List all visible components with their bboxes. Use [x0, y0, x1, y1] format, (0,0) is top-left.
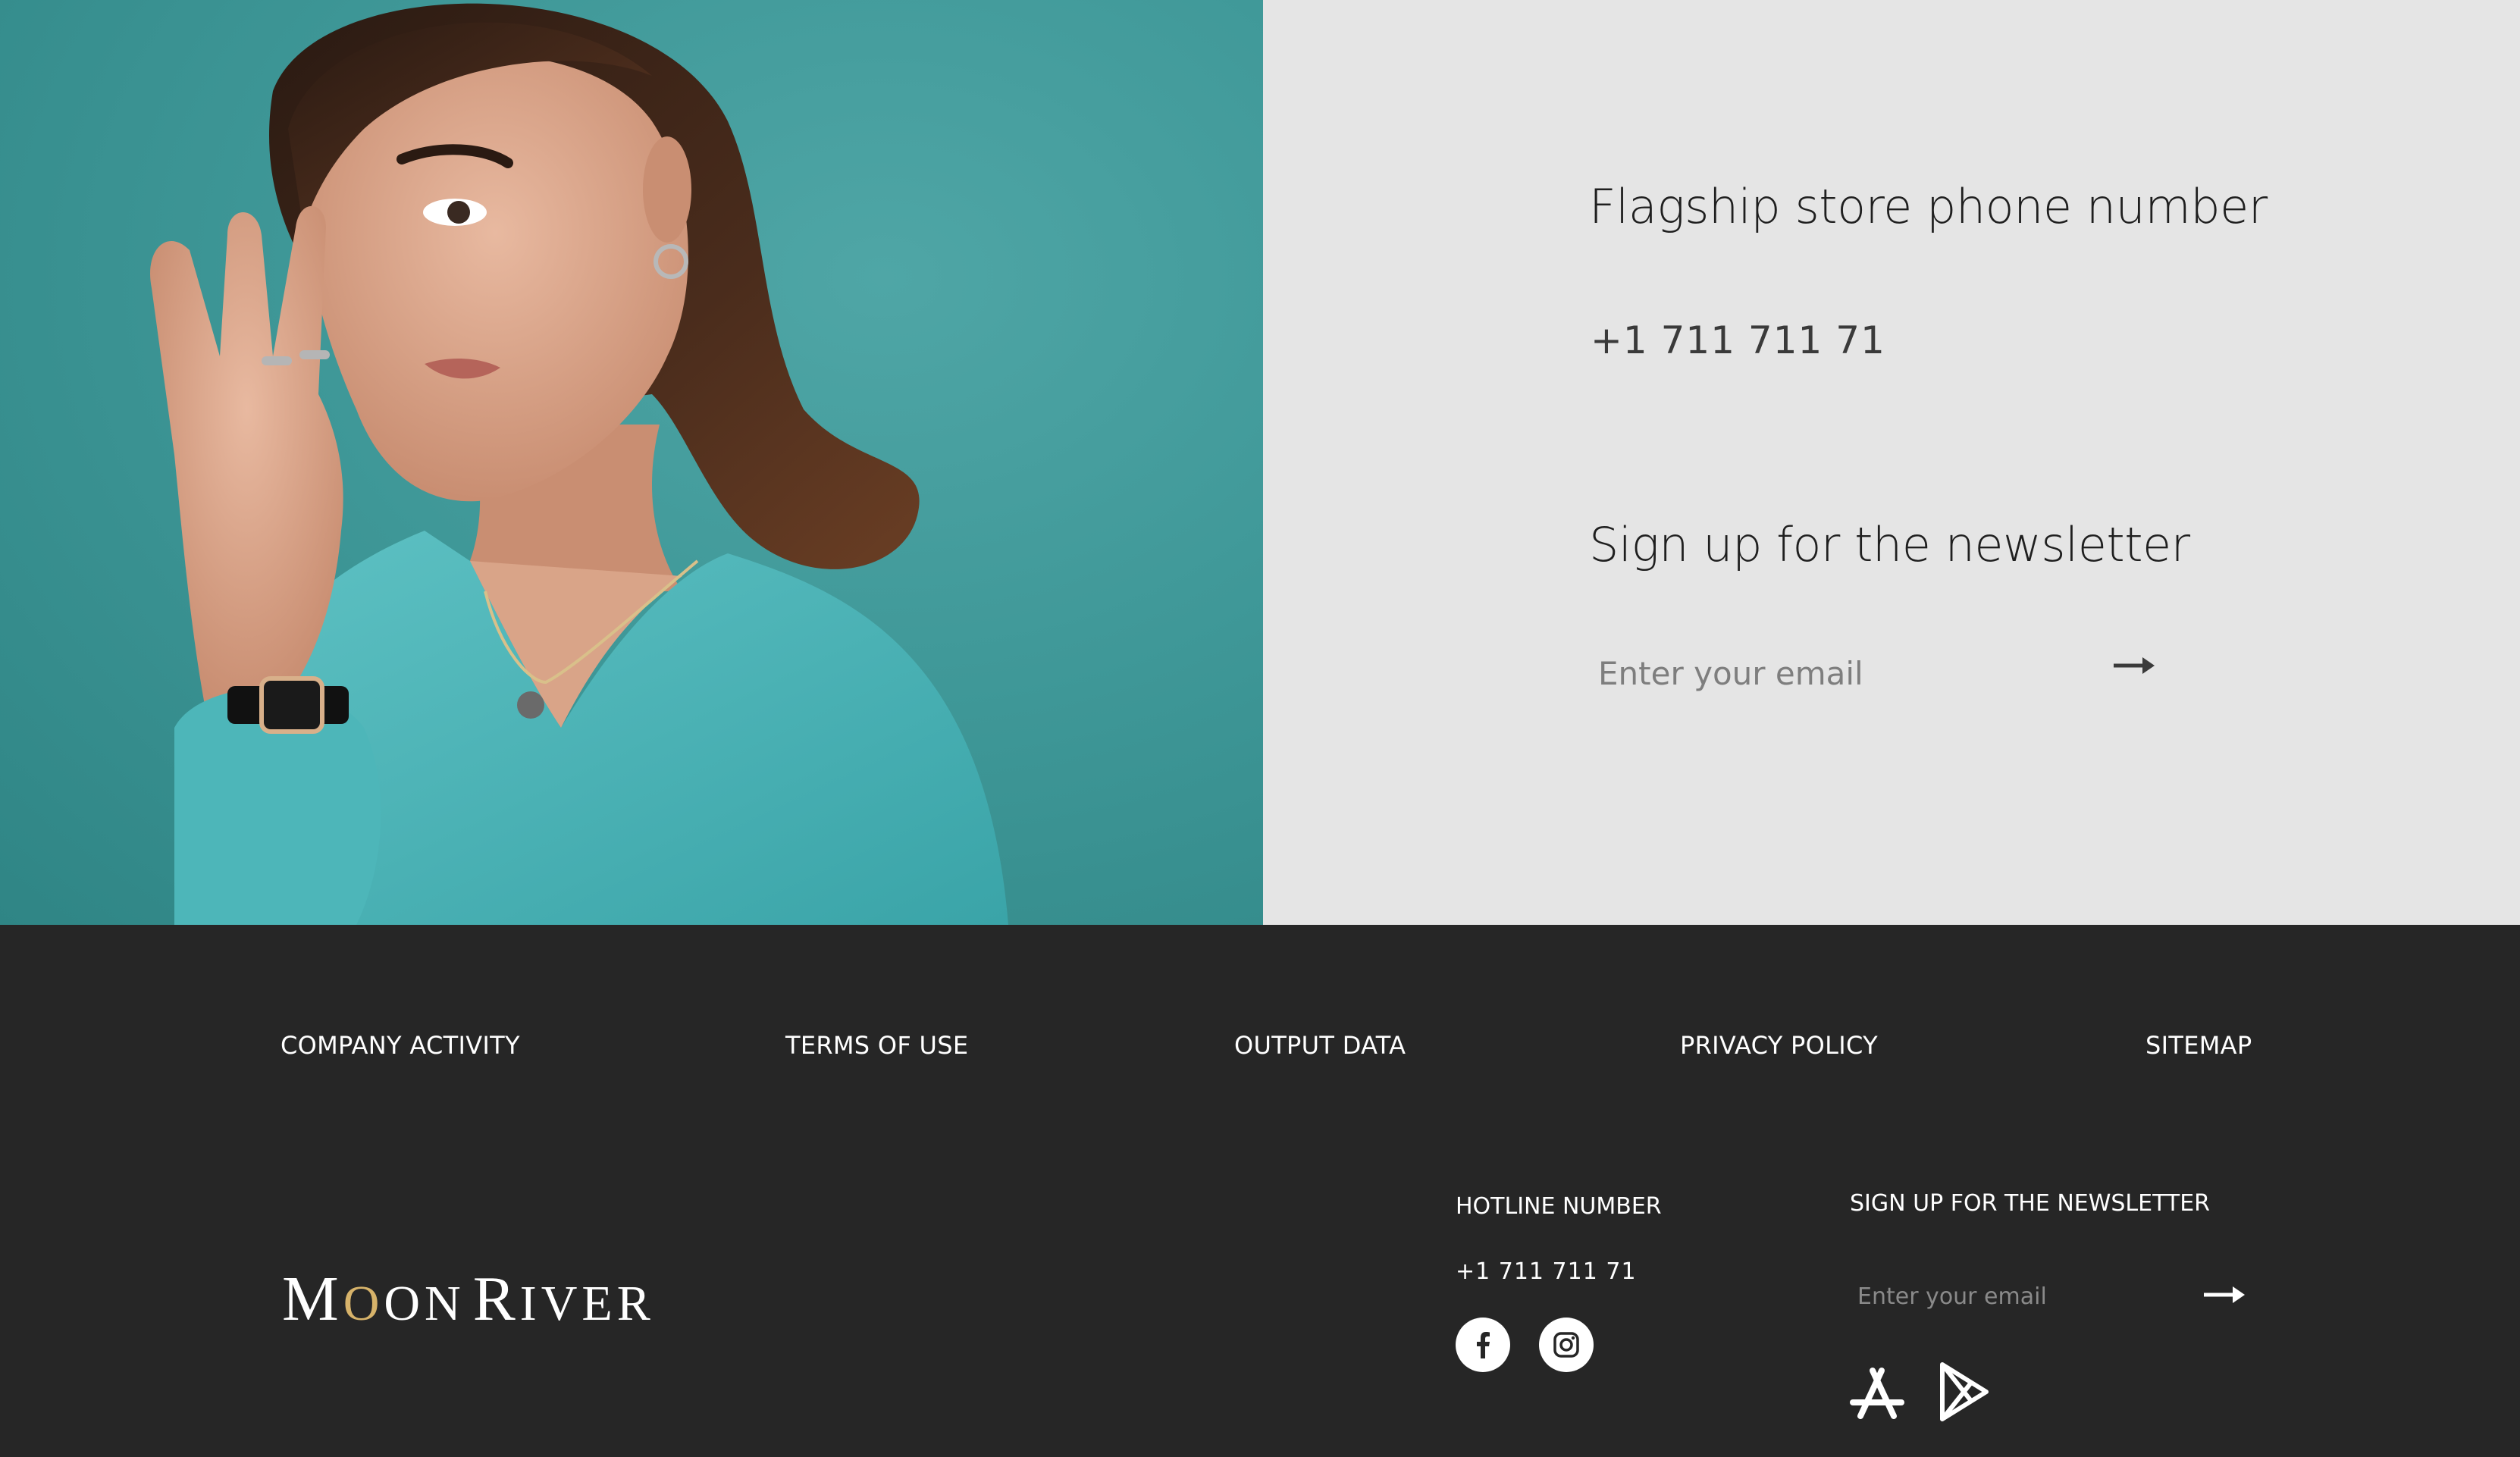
arrow-right-icon [2204, 1286, 2245, 1303]
site-footer: COMPANY ACTIVITY TERMS OF USE OUTPUT DAT… [0, 925, 2520, 1457]
footer-link-sitemap[interactable]: SITEMAP [2145, 1031, 2252, 1060]
arrow-right-icon [2114, 657, 2155, 674]
logo-accent-letter: O [343, 1276, 384, 1331]
footer-newsletter-title: SIGN UP FOR THE NEWSLETTER [1850, 1190, 2211, 1217]
moon-river-logo[interactable]: MOON RIVER [282, 1267, 655, 1331]
footer-link-privacy-policy[interactable]: PRIVACY POLICY [1680, 1031, 1878, 1060]
footer-newsletter-email-input[interactable] [1850, 1275, 2168, 1318]
instagram-icon [1553, 1332, 1579, 1358]
app-store-icon [1850, 1368, 1904, 1419]
logo-letter: R [472, 1264, 520, 1334]
newsletter-title: Sign up for the newsletter [1589, 517, 2190, 572]
logo-letters: ON [384, 1276, 465, 1331]
footer-link-company-activity[interactable]: COMPANY ACTIVITY [281, 1031, 520, 1060]
hotline-number[interactable]: +1 711 711 71 [1456, 1258, 1637, 1285]
flagship-phone-number[interactable]: +1 711 711 71 [1591, 318, 1885, 362]
logo-letter: M [282, 1264, 343, 1334]
footer-link-terms-of-use[interactable]: TERMS OF USE [785, 1031, 968, 1060]
google-play-link[interactable] [1932, 1360, 1995, 1424]
hero-section: Flagship store phone number +1 711 711 7… [0, 0, 2520, 925]
footer-newsletter-submit-button[interactable] [2199, 1272, 2252, 1318]
logo-letters: IVER [519, 1276, 655, 1331]
hotline-title: HOTLINE NUMBER [1456, 1193, 1662, 1220]
contact-panel: Flagship store phone number +1 711 711 7… [1263, 0, 2520, 925]
footer-nav: COMPANY ACTIVITY TERMS OF USE OUTPUT DAT… [0, 1031, 2520, 1069]
footer-link-output-data[interactable]: OUTPUT DATA [1234, 1031, 1406, 1060]
google-play-icon [1940, 1362, 1989, 1421]
app-store-link[interactable] [1845, 1360, 1909, 1424]
facebook-icon [1477, 1332, 1490, 1358]
newsletter-email-input[interactable] [1591, 643, 2167, 703]
facebook-link[interactable] [1456, 1318, 1510, 1372]
hero-model-photo [0, 0, 1263, 925]
flagship-phone-title: Flagship store phone number [1589, 179, 2268, 234]
instagram-link[interactable] [1539, 1318, 1594, 1372]
newsletter-submit-button[interactable] [2105, 643, 2165, 688]
model-illustration [150, 3, 1008, 925]
